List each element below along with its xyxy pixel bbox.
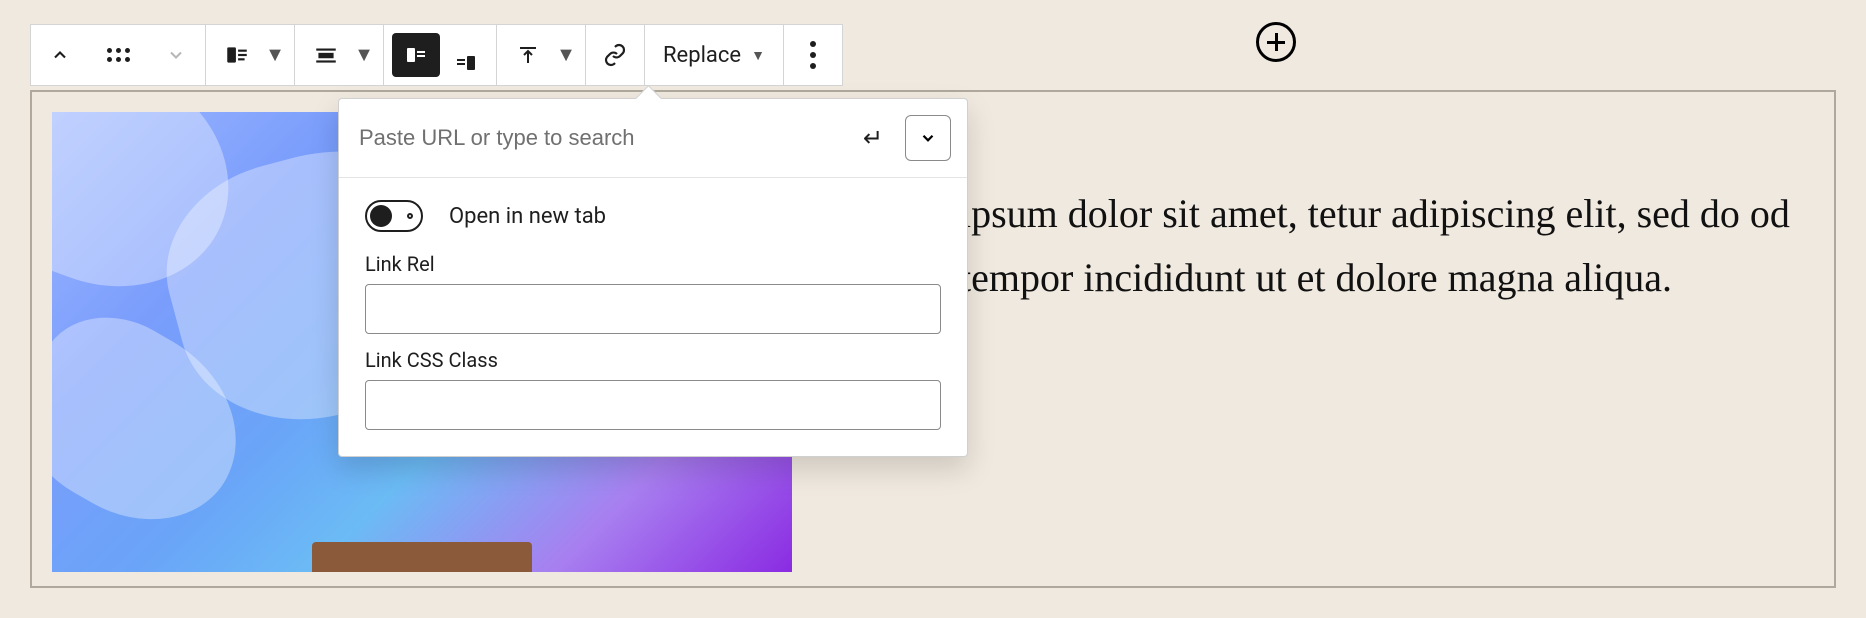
- link-settings-toggle[interactable]: [905, 115, 951, 161]
- open-new-tab-label: Open in new tab: [449, 204, 606, 229]
- media-left-icon: [404, 43, 428, 67]
- link-popover: ↵ Open in new tab Link Rel Link CSS Clas…: [338, 98, 968, 457]
- block-type-button[interactable]: [206, 25, 264, 85]
- link-advanced-options: Open in new tab Link Rel Link CSS Class: [339, 178, 967, 430]
- link-icon: [603, 43, 627, 67]
- media-text-icon: [224, 42, 250, 68]
- toolbar-group-link: [586, 25, 645, 85]
- align-dropdown[interactable]: ▼: [353, 25, 383, 85]
- url-input[interactable]: [355, 117, 841, 159]
- link-button[interactable]: [586, 25, 644, 85]
- block-toolbar: ▼ ▼ ▼ Replace ▼: [30, 24, 843, 86]
- toolbar-group-replace: Replace ▼: [645, 25, 784, 85]
- toolbar-group-blocktype: ▼: [206, 25, 295, 85]
- kebab-icon: [810, 41, 816, 69]
- content-paragraph[interactable]: ipsum dolor sit amet, tetur adipiscing e…: [960, 182, 1796, 310]
- add-block-button[interactable]: [1256, 22, 1296, 62]
- chevron-down-icon: [919, 129, 937, 147]
- toolbar-group-more: [784, 25, 842, 85]
- drag-handle[interactable]: [89, 25, 147, 85]
- open-new-tab-row: Open in new tab: [365, 200, 941, 232]
- valign-top-icon: [516, 43, 540, 67]
- vertical-align-button[interactable]: [497, 25, 555, 85]
- chevron-down-icon: ▼: [751, 47, 765, 64]
- align-button[interactable]: [295, 25, 353, 85]
- more-options-button[interactable]: [784, 25, 842, 85]
- media-right-button[interactable]: [444, 33, 488, 93]
- link-rel-input[interactable]: [365, 284, 941, 334]
- move-down-button[interactable]: [147, 25, 205, 85]
- url-input-row: ↵: [339, 99, 967, 178]
- move-up-button[interactable]: [31, 25, 89, 85]
- block-type-dropdown[interactable]: ▼: [264, 25, 294, 85]
- submit-url-button[interactable]: ↵: [853, 124, 893, 152]
- link-css-class-label: Link CSS Class: [365, 348, 941, 372]
- toolbar-group-media-position: [384, 25, 497, 85]
- media-right-icon: [454, 51, 478, 75]
- toolbar-group-valign: ▼: [497, 25, 586, 85]
- drag-icon: [107, 48, 130, 62]
- toggle-indicator: [407, 213, 413, 219]
- align-wide-icon: [313, 42, 339, 68]
- vertical-align-dropdown[interactable]: ▼: [555, 25, 585, 85]
- decorative-shape: [312, 542, 532, 572]
- toggle-knob: [370, 205, 392, 227]
- replace-button[interactable]: Replace ▼: [645, 25, 783, 85]
- link-css-class-input[interactable]: [365, 380, 941, 430]
- replace-label: Replace: [663, 43, 741, 68]
- link-rel-label: Link Rel: [365, 252, 941, 276]
- open-new-tab-toggle[interactable]: [365, 200, 423, 232]
- toolbar-group-move: [31, 25, 206, 85]
- media-left-button[interactable]: [392, 33, 440, 77]
- toolbar-group-align: ▼: [295, 25, 384, 85]
